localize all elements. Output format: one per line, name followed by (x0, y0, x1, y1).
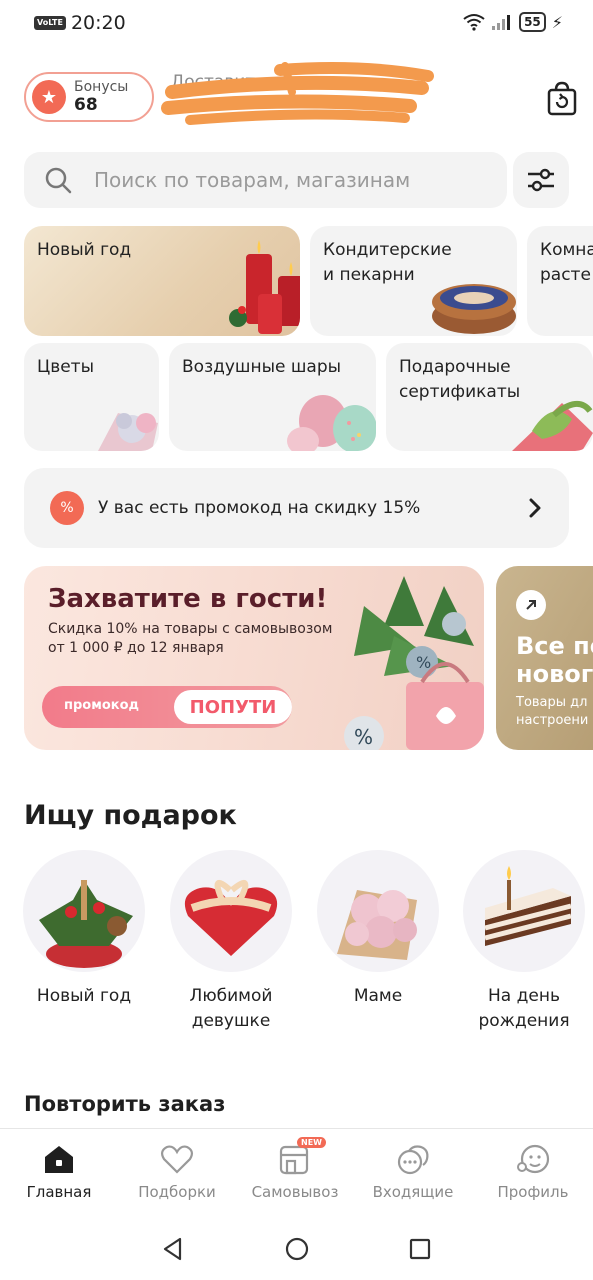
nav-home[interactable]: Главная (0, 1141, 118, 1201)
sliders-icon (528, 168, 554, 192)
promo-banner-guests[interactable]: Захватите в гости! Скидка 10% на товары … (24, 566, 484, 750)
candles-icon (229, 240, 300, 334)
nav-inbox[interactable]: Входящие (354, 1141, 472, 1201)
bottom-navigation: Главная Подборки NEW Самовывоз Входящие … (0, 1128, 593, 1218)
system-navigation (0, 1218, 593, 1280)
battery-icon: 55 (519, 12, 546, 32)
heart-icon (159, 1141, 195, 1177)
category-houseplants[interactable]: Комна расте (527, 226, 593, 336)
gift-label: Новый год (36, 986, 132, 1006)
volte-icon: VoLTE (34, 16, 66, 30)
star-icon: ★ (32, 80, 66, 114)
search-input[interactable] (94, 168, 494, 192)
wifi-icon (463, 14, 485, 31)
gift-image (463, 850, 585, 972)
promo-code-label: промокод (64, 698, 140, 713)
category-gift-certificates[interactable]: Подарочные сертификаты (386, 343, 593, 451)
cake-icon (432, 284, 516, 334)
promo-code-banner[interactable]: % У вас есть промокод на скидку 15% (24, 468, 569, 548)
category-label: Комна расте (540, 240, 593, 285)
arrow-up-right-icon (516, 590, 546, 620)
gifts-section-title: Ищу подарок (24, 800, 237, 831)
promo-banner-new-year[interactable]: Все пе новог Товары дл настроени (496, 566, 593, 750)
gift-label: На день рождения (478, 986, 570, 1031)
back-icon[interactable] (160, 1236, 186, 1262)
banner2-title: Все пе новог (516, 632, 593, 688)
status-left: VoLTE 20:20 (34, 12, 126, 34)
home-circle-icon[interactable] (284, 1236, 310, 1262)
svg-text:%: % (416, 653, 431, 672)
gift-image (317, 850, 439, 972)
category-label: Цветы (37, 357, 95, 377)
bouquet-icon (98, 413, 158, 451)
status-right: 55 ⚡ (463, 12, 563, 32)
bonus-text: Бонусы 68 (74, 79, 128, 115)
nav-label: Самовывоз (251, 1183, 339, 1201)
search-icon (45, 167, 72, 194)
nav-pickup[interactable]: NEW Самовывоз (236, 1137, 354, 1201)
category-confectionery[interactable]: Кондитерские и пекарни (310, 226, 517, 336)
gift-birthday[interactable]: На день рождения (461, 850, 587, 1034)
gift-image (170, 850, 292, 972)
svg-text:%: % (354, 725, 373, 749)
percent-icon: % (50, 491, 84, 525)
banner-subtitle: Скидка 10% на товары с самовывозом от 1 … (48, 621, 333, 656)
gift-image (23, 850, 145, 972)
gift-card-icon (512, 401, 593, 451)
home-icon (41, 1141, 77, 1177)
charging-icon: ⚡ (551, 12, 563, 32)
recents-icon[interactable] (407, 1236, 433, 1262)
bonus-button[interactable]: ★ Бонусы 68 (24, 72, 154, 122)
signal-icon (492, 15, 511, 30)
orders-bag-button[interactable] (541, 78, 583, 120)
banner-title: Захватите в гости! (48, 584, 328, 614)
balloons-icon (287, 395, 376, 451)
promo-code-pill: промокод ПОПУТИ (42, 686, 292, 728)
status-bar: VoLTE 20:20 55 ⚡ (0, 0, 593, 48)
bonus-label: Бонусы (74, 79, 129, 95)
nav-label: Подборки (138, 1183, 216, 1201)
search-bar[interactable] (24, 152, 507, 208)
gift-mom[interactable]: Маме (315, 850, 441, 1009)
redaction-scribble (161, 62, 434, 125)
status-time: 20:20 (70, 12, 126, 34)
fir-gift-bag-icon: % % (344, 576, 484, 750)
nav-label: Профиль (497, 1183, 569, 1201)
category-label: Воздушные шары (182, 357, 342, 377)
nav-label: Входящие (372, 1183, 454, 1201)
new-badge: NEW (297, 1137, 326, 1148)
nav-collections[interactable]: Подборки (118, 1141, 236, 1201)
chat-icon (395, 1141, 431, 1177)
category-balloons[interactable]: Воздушные шары (169, 343, 376, 451)
store-icon: NEW (277, 1137, 326, 1177)
nav-profile[interactable]: Профиль (474, 1141, 592, 1201)
gift-label: Маме (353, 986, 403, 1006)
category-flowers[interactable]: Цветы (24, 343, 159, 451)
nav-label: Главная (26, 1183, 92, 1201)
category-new-year[interactable]: Новый год (24, 226, 300, 336)
gift-new-year[interactable]: Новый год (21, 850, 147, 1009)
chevron-right-icon (529, 498, 541, 518)
repeat-order-title: Повторить заказ (24, 1092, 226, 1116)
bonus-value: 68 (74, 95, 98, 115)
gift-label: Любимой девушке (189, 986, 273, 1031)
category-label: Новый год (37, 240, 132, 260)
promo-code-value: ПОПУТИ (174, 690, 292, 724)
banner2-subtitle: Товары дл настроени (516, 695, 589, 728)
gift-girlfriend[interactable]: Любимой девушке (168, 850, 294, 1034)
filter-button[interactable] (513, 152, 569, 208)
shopping-bag-icon (547, 81, 577, 116)
profile-icon (515, 1141, 551, 1177)
promo-text: У вас есть промокод на скидку 15% (98, 498, 421, 518)
